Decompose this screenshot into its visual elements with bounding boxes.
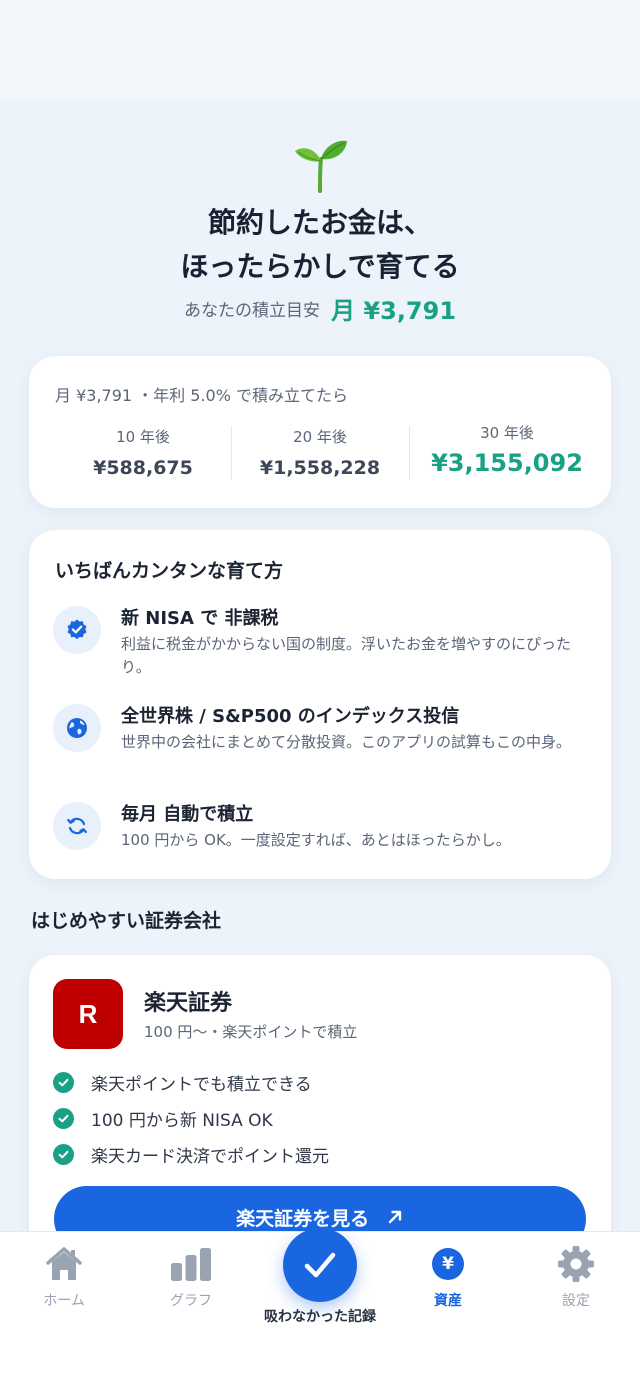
projection-30y: 30 年後 ¥3,155,092 — [417, 422, 597, 477]
method-description: 世界中の会社にまとめて分散投資。このアプリの試算もこの中身。 — [121, 733, 572, 751]
tab-graph[interactable]: グラフ — [141, 1244, 241, 1310]
tab-home[interactable]: ホーム — [14, 1244, 114, 1310]
globe-icon — [53, 704, 101, 752]
tab-label-record[interactable]: 吸わなかった記録 — [220, 1306, 420, 1326]
projection-20y: 20 年後 ¥1,558,228 — [245, 426, 395, 479]
simulation-card: 月 ¥3,791 ・年利 5.0% で積み立てたら 10 年後 ¥588,675… — [29, 356, 611, 508]
method-title: 全世界株 / S&P500 のインデックス投信 — [121, 706, 460, 727]
headline-line1: 節約したお金は、 — [207, 206, 432, 239]
bar-chart-icon — [171, 1244, 211, 1284]
method-item-auto-invest: 毎月 自動で積立 100 円から OK。一度設定すれば、あとはほったらかし。 — [53, 800, 593, 854]
check-icon — [304, 1252, 336, 1278]
projection-10y: 10 年後 ¥588,675 — [73, 426, 213, 479]
tab-label: 設定 — [562, 1293, 590, 1309]
rakuten-logo: R — [53, 979, 123, 1049]
external-arrow-icon — [386, 1187, 404, 1232]
growth-methods-card: いちばんカンタンな育て方 新 NISA で 非課税 利益に税金がかからない国の制… — [29, 530, 611, 879]
broker-name: 楽天証券 — [144, 991, 233, 1016]
divider — [409, 426, 410, 480]
bottom-tab-bar: ホーム グラフ 吸わなかった記録 ¥ 資産 設定 — [0, 1228, 640, 1387]
broker-subtitle: 100 円〜・楽天ポイントで積立 — [144, 1023, 358, 1041]
method-item-index-fund: 全世界株 / S&P500 のインデックス投信 世界中の会社にまとめて分散投資。… — [53, 702, 593, 780]
target-label: あなたの積立目安 — [183, 301, 320, 321]
headline-line2: ほったらかしで育てる — [180, 250, 460, 283]
seedling-icon — [290, 137, 350, 193]
method-item-nisa: 新 NISA で 非課税 利益に税金がかからない国の制度。浮いたお金を増やすのに… — [53, 604, 593, 682]
tab-settings[interactable]: 設定 — [526, 1244, 626, 1310]
home-icon — [44, 1244, 84, 1284]
target-value: 月 ¥3,791 — [331, 297, 457, 325]
yen-icon: ¥ — [428, 1244, 468, 1284]
check-circle-icon — [53, 1144, 74, 1165]
tab-assets[interactable]: ¥ 資産 — [398, 1244, 498, 1310]
assets-scroll-content[interactable]: 節約したお金は、 ほったらかしで育てる あなたの積立目安 月 ¥3,791 月 … — [0, 101, 640, 1231]
card-title: いちばんカンタンな育て方 — [55, 560, 284, 582]
projection-years: 30 年後 — [480, 424, 534, 442]
tab-label: ホーム — [43, 1293, 85, 1309]
projection-years: 10 年後 — [116, 428, 170, 446]
page-headline: 節約したお金は、 ほったらかしで育てる — [0, 201, 640, 289]
feature-text: 楽天ポイントでも積立できる — [91, 1075, 312, 1095]
method-title: 毎月 自動で積立 — [121, 804, 254, 825]
projection-amount-highlight: ¥3,155,092 — [431, 449, 583, 477]
feature-text: 楽天カード決済でポイント還元 — [91, 1147, 329, 1167]
projection-years: 20 年後 — [293, 428, 347, 446]
savings-target: あなたの積立目安 月 ¥3,791 — [0, 291, 640, 326]
gear-icon — [556, 1244, 596, 1284]
check-circle-icon — [53, 1108, 74, 1129]
feature-text: 100 円から新 NISA OK — [91, 1111, 273, 1131]
check-circle-icon — [53, 1072, 74, 1093]
refresh-icon — [53, 802, 101, 850]
projection-amount: ¥588,675 — [93, 457, 193, 479]
broker-card-rakuten: R 楽天証券 100 円〜・楽天ポイントで積立 楽天ポイントでも積立できる 10… — [29, 955, 611, 1231]
simulation-header: 月 ¥3,791 ・年利 5.0% で積み立てたら — [55, 386, 348, 405]
cta-label: 楽天証券を見る — [236, 1208, 370, 1230]
method-description: 利益に税金がかからない国の制度。浮いたお金を増やすのにぴったり。 — [121, 635, 572, 676]
divider — [231, 426, 232, 480]
projection-amount: ¥1,558,228 — [259, 457, 381, 479]
method-description: 100 円から OK。一度設定すれば、あとはほったらかし。 — [121, 831, 511, 849]
verified-badge-icon — [53, 606, 101, 654]
open-rakuten-button[interactable]: 楽天証券を見る — [54, 1186, 586, 1231]
method-title: 新 NISA で 非課税 — [121, 608, 279, 629]
log-record-button[interactable] — [283, 1228, 357, 1302]
status-bar-area — [0, 0, 640, 101]
tab-label: 資産 — [434, 1293, 462, 1309]
section-title-brokers: はじめやすい証券会社 — [31, 910, 222, 932]
